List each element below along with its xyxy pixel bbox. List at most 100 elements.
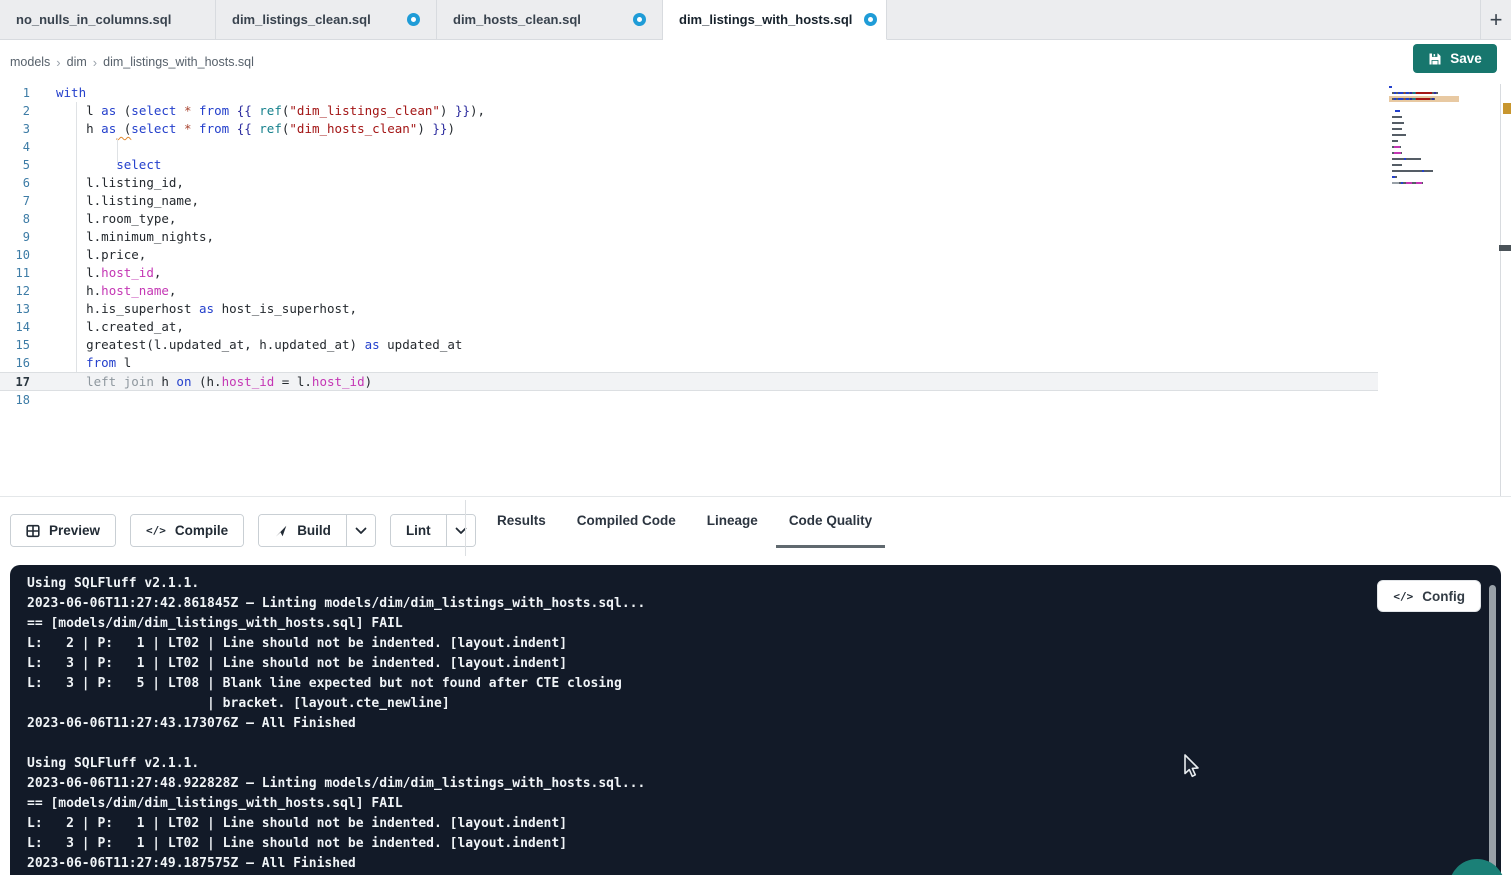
lint-button-label: Lint — [406, 523, 431, 538]
line-number: 2 — [0, 102, 30, 120]
editor-scrollbar-gutter[interactable] — [1500, 84, 1511, 497]
line-number: 5 — [0, 156, 30, 174]
terminal-line: == [models/dim/dim_listings_with_hosts.s… — [27, 614, 1501, 634]
code-line-text: with — [56, 84, 86, 102]
code-line-text: l.price, — [56, 246, 146, 264]
code-line-text: l as (select * from {{ ref("dim_listings… — [56, 102, 485, 120]
tab-results[interactable]: Results — [497, 513, 546, 548]
build-dropdown-button[interactable] — [346, 515, 375, 546]
indent-guide — [76, 102, 77, 372]
code-line-text: l.host_id, — [56, 264, 161, 282]
code-line[interactable]: 12 h.host_name, — [0, 282, 1378, 300]
preview-button[interactable]: Preview — [11, 515, 115, 546]
config-button-label: Config — [1422, 589, 1465, 604]
code-line[interactable]: 9 l.minimum_nights, — [0, 228, 1378, 246]
line-number: 7 — [0, 192, 30, 210]
modified-dot-icon — [407, 13, 420, 26]
build-button[interactable]: Build — [259, 515, 346, 546]
code-line[interactable]: 2 l as (select * from {{ ref("dim_listin… — [0, 102, 1378, 120]
terminal-line: L: 2 | P: 1 | LT02 | Line should not be … — [27, 814, 1501, 834]
code-line[interactable]: 7 l.listing_name, — [0, 192, 1378, 210]
compile-button-label: Compile — [175, 523, 228, 538]
toolbar-buttons: Preview </> Compile Build Lint — [10, 514, 490, 547]
indent-guide — [117, 138, 118, 164]
breadcrumb-item[interactable]: dim_listings_with_hosts.sql — [103, 55, 254, 69]
modified-dot-icon — [864, 13, 877, 26]
lint-dropdown-button[interactable] — [446, 515, 475, 546]
code-line-text: l.listing_name, — [56, 192, 199, 210]
minimap[interactable] — [1389, 84, 1459, 192]
tab-compiled-code[interactable]: Compiled Code — [577, 513, 676, 548]
terminal-line: 2023-06-06T11:27:43.173076Z – All Finish… — [27, 714, 1501, 734]
tab-no_nulls_in_columns.sql[interactable]: no_nulls_in_columns.sql — [0, 0, 216, 39]
terminal-scrollbar[interactable] — [1489, 585, 1496, 871]
breadcrumb-chevron-icon: › — [56, 55, 60, 70]
line-number: 17 — [0, 373, 30, 390]
terminal-line: L: 2 | P: 1 | LT02 | Line should not be … — [27, 634, 1501, 654]
preview-grid-icon — [26, 524, 40, 538]
terminal-line — [27, 734, 1501, 754]
ide-window: no_nulls_in_columns.sql dim_listings_clea… — [0, 0, 1511, 875]
code-line[interactable]: 1 with — [0, 84, 1378, 102]
code-line[interactable]: 15 greatest(l.updated_at, h.updated_at) … — [0, 336, 1378, 354]
compile-code-icon: </> — [146, 524, 166, 537]
code-editor[interactable]: 1with2 l as (select * from {{ ref("dim_l… — [0, 84, 1511, 497]
code-line[interactable]: 8 l.room_type, — [0, 210, 1378, 228]
tab-label: no_nulls_in_columns.sql — [16, 12, 171, 27]
code-line[interactable]: 6 l.listing_id, — [0, 174, 1378, 192]
button-group-build: Build — [258, 514, 376, 547]
line-number: 12 — [0, 282, 30, 300]
code-line[interactable]: 4 — [0, 138, 1378, 156]
breadcrumb-chevron-icon: › — [93, 55, 97, 70]
code-line[interactable]: 16 from l — [0, 354, 1378, 372]
line-number: 1 — [0, 84, 30, 102]
code-line-text: left join h on (h.host_id = l.host_id) — [56, 373, 372, 390]
scrollbar-position-marker — [1499, 245, 1511, 251]
breadcrumb-item[interactable]: models — [10, 55, 50, 69]
line-number: 11 — [0, 264, 30, 282]
code-line[interactable]: 3 h as (select * from {{ ref("dim_hosts_… — [0, 120, 1378, 138]
code-line[interactable]: 10 l.price, — [0, 246, 1378, 264]
preview-button-label: Preview — [49, 523, 100, 538]
line-number: 3 — [0, 120, 30, 138]
breadcrumb-item[interactable]: dim — [67, 55, 87, 69]
terminal-line: 2023-06-06T11:27:48.922828Z – Linting mo… — [27, 774, 1501, 794]
save-button[interactable]: Save — [1413, 44, 1497, 73]
tab-code-quality[interactable]: Code Quality — [776, 513, 885, 548]
code-line[interactable]: 11 l.host_id, — [0, 264, 1378, 282]
chevron-down-icon — [355, 527, 367, 535]
open-file-tabs: no_nulls_in_columns.sql dim_listings_clea… — [0, 0, 887, 39]
tab-dim_listings_with_hosts.sql[interactable]: dim_listings_with_hosts.sql — [663, 0, 887, 40]
code-line[interactable]: 18 — [0, 391, 1378, 409]
code-line[interactable]: 14 l.created_at, — [0, 318, 1378, 336]
compile-button[interactable]: </> Compile — [131, 515, 243, 546]
code-line-text: h.host_name, — [56, 282, 176, 300]
code-line-text: l.minimum_nights, — [56, 228, 214, 246]
code-line[interactable]: 5 select — [0, 156, 1378, 174]
code-line[interactable]: 13 h.is_superhost as host_is_superhost, — [0, 300, 1378, 318]
panel-tabs: ResultsCompiled CodeLineageCode Quality — [497, 513, 872, 548]
terminal-line: L: 3 | P: 1 | LT02 | Line should not be … — [27, 654, 1501, 674]
warning-marker — [1503, 103, 1511, 114]
code-line-text: select — [56, 156, 161, 174]
terminal-line: | bracket. [layout.cte_newline] — [27, 694, 1501, 714]
code-line-text: from l — [56, 354, 131, 372]
terminal-line: 2023-06-06T11:27:49.187575Z – All Finish… — [27, 854, 1501, 874]
tab-lineage[interactable]: Lineage — [707, 513, 758, 548]
line-number: 18 — [0, 391, 30, 409]
line-number: 8 — [0, 210, 30, 228]
build-button-label: Build — [297, 523, 331, 538]
tab-dim_listings_clean.sql[interactable]: dim_listings_clean.sql — [216, 0, 437, 39]
new-tab-button[interactable]: + — [1480, 0, 1511, 39]
code-lines: 1with2 l as (select * from {{ ref("dim_l… — [0, 84, 1511, 409]
breadcrumb-row: models › dim › dim_listings_with_hosts.sql S… — [0, 40, 1511, 84]
button-group-preview: Preview — [10, 514, 116, 547]
tab-dim_hosts_clean.sql[interactable]: dim_hosts_clean.sql — [437, 0, 663, 39]
code-line[interactable]: 17 left join h on (h.host_id = l.host_id… — [0, 372, 1378, 391]
code-line-text: greatest(l.updated_at, h.updated_at) as … — [56, 336, 462, 354]
terminal-line: == [models/dim/dim_listings_with_hosts.s… — [27, 794, 1501, 814]
config-button[interactable]: </> Config — [1377, 580, 1481, 612]
lint-output-terminal[interactable]: Using SQLFluff v2.1.1.2023-06-06T11:27:4… — [10, 565, 1501, 875]
tab-label: dim_hosts_clean.sql — [453, 12, 581, 27]
lint-button[interactable]: Lint — [391, 515, 446, 546]
